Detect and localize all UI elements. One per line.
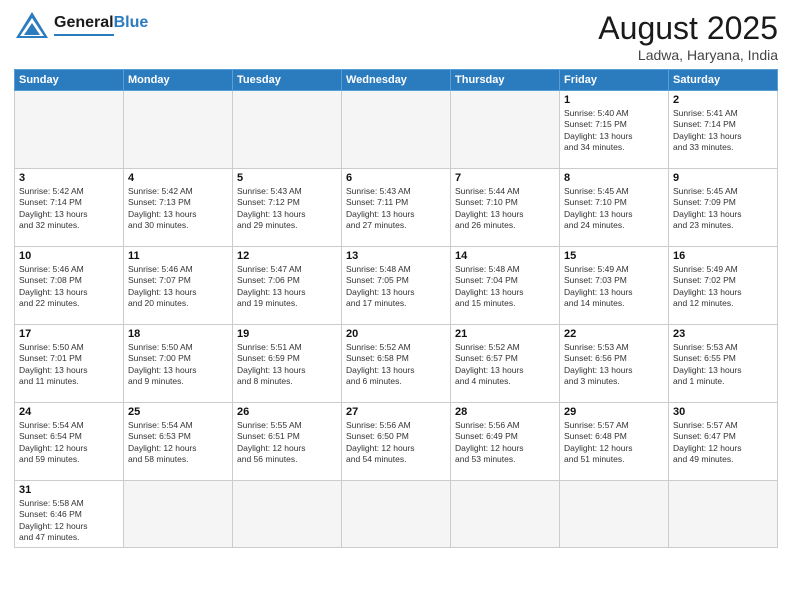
calendar-table: Sunday Monday Tuesday Wednesday Thursday… [14, 69, 778, 548]
empty-cell [342, 481, 451, 548]
day-31: 31 Sunrise: 5:58 AMSunset: 6:46 PMDaylig… [15, 481, 124, 548]
day-29: 29 Sunrise: 5:57 AMSunset: 6:48 PMDaylig… [560, 403, 669, 481]
empty-cell [124, 91, 233, 169]
col-sunday: Sunday [15, 70, 124, 91]
day-17: 17 Sunrise: 5:50 AMSunset: 7:01 PMDaylig… [15, 325, 124, 403]
col-friday: Friday [560, 70, 669, 91]
day-28: 28 Sunrise: 5:56 AMSunset: 6:49 PMDaylig… [451, 403, 560, 481]
day-10: 10 Sunrise: 5:46 AMSunset: 7:08 PMDaylig… [15, 247, 124, 325]
day-30: 30 Sunrise: 5:57 AMSunset: 6:47 PMDaylig… [669, 403, 778, 481]
day-26: 26 Sunrise: 5:55 AMSunset: 6:51 PMDaylig… [233, 403, 342, 481]
location-title: Ladwa, Haryana, India [598, 47, 778, 63]
table-row: 24 Sunrise: 5:54 AMSunset: 6:54 PMDaylig… [15, 403, 778, 481]
empty-cell [560, 481, 669, 548]
empty-cell [233, 91, 342, 169]
day-27: 27 Sunrise: 5:56 AMSunset: 6:50 PMDaylig… [342, 403, 451, 481]
logo-blue: Blue [114, 14, 149, 31]
day-24: 24 Sunrise: 5:54 AMSunset: 6:54 PMDaylig… [15, 403, 124, 481]
day-9: 9 Sunrise: 5:45 AMSunset: 7:09 PMDayligh… [669, 169, 778, 247]
col-tuesday: Tuesday [233, 70, 342, 91]
col-monday: Monday [124, 70, 233, 91]
day-8: 8 Sunrise: 5:45 AMSunset: 7:10 PMDayligh… [560, 169, 669, 247]
day-1: 1 Sunrise: 5:40 AMSunset: 7:15 PMDayligh… [560, 91, 669, 169]
col-saturday: Saturday [669, 70, 778, 91]
table-row: 31 Sunrise: 5:58 AMSunset: 6:46 PMDaylig… [15, 481, 778, 548]
logo-area: GeneralBlue [14, 10, 148, 40]
empty-cell [342, 91, 451, 169]
logo-line [54, 34, 114, 36]
empty-cell [233, 481, 342, 548]
day-11: 11 Sunrise: 5:46 AMSunset: 7:07 PMDaylig… [124, 247, 233, 325]
day-18: 18 Sunrise: 5:50 AMSunset: 7:00 PMDaylig… [124, 325, 233, 403]
day-23: 23 Sunrise: 5:53 AMSunset: 6:55 PMDaylig… [669, 325, 778, 403]
col-thursday: Thursday [451, 70, 560, 91]
header: GeneralBlue August 2025 Ladwa, Haryana, … [14, 10, 778, 63]
day-25: 25 Sunrise: 5:54 AMSunset: 6:53 PMDaylig… [124, 403, 233, 481]
day-16: 16 Sunrise: 5:49 AMSunset: 7:02 PMDaylig… [669, 247, 778, 325]
table-row: 3 Sunrise: 5:42 AMSunset: 7:14 PMDayligh… [15, 169, 778, 247]
table-row: 17 Sunrise: 5:50 AMSunset: 7:01 PMDaylig… [15, 325, 778, 403]
empty-cell [451, 481, 560, 548]
weekday-header-row: Sunday Monday Tuesday Wednesday Thursday… [15, 70, 778, 91]
logo-general: General [54, 14, 114, 31]
day-2: 2 Sunrise: 5:41 AMSunset: 7:14 PMDayligh… [669, 91, 778, 169]
day-5: 5 Sunrise: 5:43 AMSunset: 7:12 PMDayligh… [233, 169, 342, 247]
day-19: 19 Sunrise: 5:51 AMSunset: 6:59 PMDaylig… [233, 325, 342, 403]
day-4: 4 Sunrise: 5:42 AMSunset: 7:13 PMDayligh… [124, 169, 233, 247]
day-6: 6 Sunrise: 5:43 AMSunset: 7:11 PMDayligh… [342, 169, 451, 247]
page: GeneralBlue August 2025 Ladwa, Haryana, … [0, 0, 792, 612]
month-title: August 2025 [598, 10, 778, 47]
empty-cell [451, 91, 560, 169]
empty-cell [669, 481, 778, 548]
day-13: 13 Sunrise: 5:48 AMSunset: 7:05 PMDaylig… [342, 247, 451, 325]
table-row: 10 Sunrise: 5:46 AMSunset: 7:08 PMDaylig… [15, 247, 778, 325]
empty-cell [15, 91, 124, 169]
empty-cell [124, 481, 233, 548]
day-3: 3 Sunrise: 5:42 AMSunset: 7:14 PMDayligh… [15, 169, 124, 247]
day-12: 12 Sunrise: 5:47 AMSunset: 7:06 PMDaylig… [233, 247, 342, 325]
table-row: 1 Sunrise: 5:40 AMSunset: 7:15 PMDayligh… [15, 91, 778, 169]
title-area: August 2025 Ladwa, Haryana, India [598, 10, 778, 63]
day-14: 14 Sunrise: 5:48 AMSunset: 7:04 PMDaylig… [451, 247, 560, 325]
day-22: 22 Sunrise: 5:53 AMSunset: 6:56 PMDaylig… [560, 325, 669, 403]
day-20: 20 Sunrise: 5:52 AMSunset: 6:58 PMDaylig… [342, 325, 451, 403]
day-21: 21 Sunrise: 5:52 AMSunset: 6:57 PMDaylig… [451, 325, 560, 403]
day-15: 15 Sunrise: 5:49 AMSunset: 7:03 PMDaylig… [560, 247, 669, 325]
logo-icon [14, 10, 50, 40]
col-wednesday: Wednesday [342, 70, 451, 91]
day-7: 7 Sunrise: 5:44 AMSunset: 7:10 PMDayligh… [451, 169, 560, 247]
